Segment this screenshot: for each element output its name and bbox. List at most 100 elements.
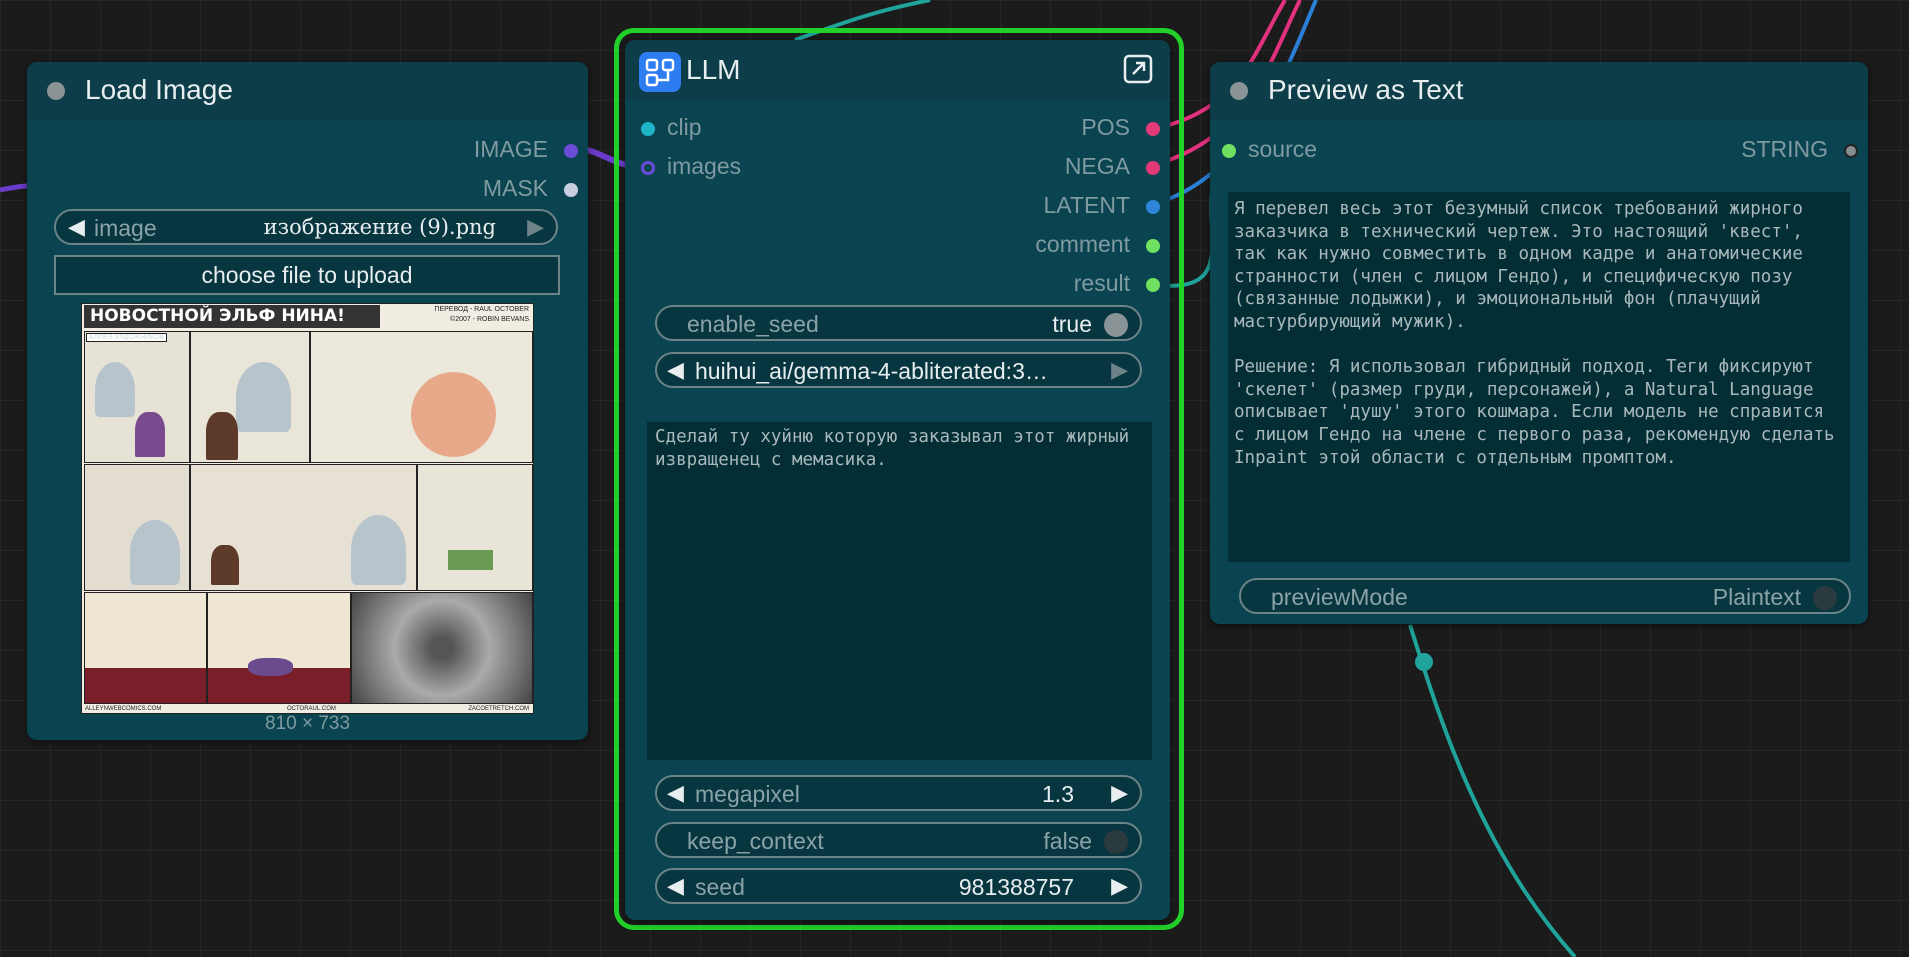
wire-teal-down <box>1408 624 1577 957</box>
output-string[interactable]: STRING <box>1568 136 1868 166</box>
comic-panel <box>310 331 533 463</box>
preview-textarea[interactable]: Я перевел весь этот безумный список треб… <box>1228 192 1850 562</box>
wire-purple-left <box>0 183 29 193</box>
node-title: Load Image <box>85 74 233 105</box>
output-dot-result[interactable] <box>1146 278 1160 292</box>
image-size-label: 810 × 733 <box>264 713 351 734</box>
input-label: source <box>1248 136 1318 162</box>
input-dot-clip[interactable] <box>641 122 655 136</box>
comic-figure <box>248 658 293 676</box>
widget-label: megapixel <box>695 781 800 807</box>
output-label: result <box>1073 270 1130 296</box>
decrement-arrow-icon[interactable]: ◀ <box>667 780 684 806</box>
output-label: STRING <box>1741 136 1828 162</box>
seed-number-widget[interactable]: ◀ seed 981388757 ▶ <box>655 868 1142 904</box>
node-header[interactable]: Preview as Text <box>1210 62 1868 120</box>
expand-icon[interactable] <box>1123 54 1153 84</box>
keep-context-toggle[interactable]: keep_context false <box>655 822 1142 858</box>
increment-arrow-icon[interactable]: ▶ <box>1111 780 1128 806</box>
widget-value: 981388757 <box>958 874 1074 900</box>
node-header[interactable]: Load Image <box>27 62 588 120</box>
comic-figure <box>351 515 406 585</box>
output-dot-latent[interactable] <box>1146 200 1160 214</box>
output-dot-comment[interactable] <box>1146 239 1160 253</box>
upload-button[interactable]: choose file to upload <box>54 255 560 295</box>
toggle-knob <box>1813 586 1837 610</box>
output-latent[interactable]: LATENT <box>920 192 1170 222</box>
node-header[interactable]: LLM <box>625 40 1170 100</box>
comic-figure <box>95 362 135 417</box>
node-title: LLM <box>686 54 741 85</box>
preview-mode-toggle[interactable]: previewMode Plaintext <box>1239 578 1851 614</box>
llm-node[interactable]: LLM clip images POS NEGA LATENT comment … <box>625 40 1170 920</box>
comic-footer-mid: OCTORAUL.COM <box>287 706 336 712</box>
output-label: LATENT <box>1043 192 1130 218</box>
input-label: images <box>667 153 742 179</box>
output-label: NEGA <box>1064 153 1130 179</box>
output-label: IMAGE <box>473 136 548 162</box>
next-arrow-icon[interactable]: ▶ <box>1111 357 1128 383</box>
comic-title: НОВОСТНОЙ ЭЛЬФ НИНА! <box>84 305 380 328</box>
input-source[interactable]: source <box>1210 136 1510 166</box>
input-clip[interactable]: clip <box>625 114 875 144</box>
load-image-node[interactable]: Load Image IMAGE MASK ◀ image изображени… <box>27 62 588 740</box>
input-dot-images[interactable] <box>641 161 655 175</box>
comic-panel <box>84 592 207 704</box>
comic-figure <box>130 520 180 585</box>
prompt-textarea[interactable]: Сделай ту хуйню которую заказывал этот ж… <box>647 422 1152 760</box>
comic-floor <box>85 668 206 703</box>
widget-label: previewMode <box>1271 584 1408 610</box>
widget-value: Plaintext <box>1712 584 1801 610</box>
output-dot-image[interactable] <box>564 144 578 158</box>
prev-arrow-icon[interactable]: ◀ <box>68 214 85 240</box>
next-arrow-icon[interactable]: ▶ <box>527 214 544 240</box>
output-result[interactable]: result <box>920 270 1170 300</box>
llm-logo-icon <box>639 52 681 92</box>
output-image[interactable]: IMAGE <box>27 136 588 166</box>
widget-value: false <box>1043 828 1092 854</box>
widget-label: image <box>94 215 157 241</box>
comic-figure <box>206 412 238 460</box>
comic-figure <box>211 545 239 585</box>
prev-arrow-icon[interactable]: ◀ <box>667 357 684 383</box>
comic-figure <box>411 372 496 457</box>
collapse-toggle[interactable] <box>1230 82 1248 100</box>
widget-label: seed <box>695 874 745 900</box>
output-comment[interactable]: comment <box>920 231 1170 261</box>
increment-arrow-icon[interactable]: ▶ <box>1111 873 1128 899</box>
image-combo-widget[interactable]: ◀ image изображение (9).png ▶ <box>54 209 558 245</box>
output-nega[interactable]: NEGA <box>920 153 1170 183</box>
input-images[interactable]: images <box>625 153 875 183</box>
wire-reroute-dot <box>1415 653 1433 671</box>
comic-panel <box>207 592 351 704</box>
model-combo-widget[interactable]: ◀ huihui_ai/gemma-4-abliterated:3… ▶ <box>655 352 1142 388</box>
image-preview: НОВОСТНОЙ ЭЛЬФ НИНА! ПЕРЕВОД - RAUL OCTO… <box>81 303 534 714</box>
preview-as-text-node[interactable]: Preview as Text source STRING Я перевел … <box>1210 62 1868 624</box>
output-pos[interactable]: POS <box>920 114 1170 144</box>
widget-value: 1.3 <box>1042 781 1074 807</box>
output-dot-nega[interactable] <box>1146 161 1160 175</box>
megapixel-number-widget[interactable]: ◀ megapixel 1.3 ▶ <box>655 775 1142 811</box>
node-title: Preview as Text <box>1268 74 1464 105</box>
output-dot-string[interactable] <box>1844 144 1858 158</box>
output-dot-pos[interactable] <box>1146 122 1160 136</box>
comic-footer-left: ALLEYNWEBCOMICS.COM <box>85 706 162 712</box>
widget-value: изображение (9).png <box>263 215 496 239</box>
output-label: comment <box>1035 231 1130 257</box>
comic-credit-1: ПЕРЕВОД - RAUL OCTOBER <box>434 306 529 313</box>
comic-figure <box>135 412 165 457</box>
toggle-knob <box>1104 830 1128 854</box>
comic-panel <box>190 464 417 591</box>
enable-seed-toggle[interactable]: enable_seed true <box>655 305 1142 341</box>
widget-value: true <box>1052 311 1092 337</box>
comic-name-tag: АЛЛЕЯ ХУДОЖНИКОВ <box>86 333 168 342</box>
input-label: clip <box>667 114 702 140</box>
decrement-arrow-icon[interactable]: ◀ <box>667 873 684 899</box>
input-dot-source[interactable] <box>1222 144 1236 158</box>
output-dot-mask[interactable] <box>564 183 578 197</box>
output-mask[interactable]: MASK <box>27 175 588 205</box>
comic-credit-2: ©2007 - ROBIN BEVANS <box>450 316 529 323</box>
collapse-toggle[interactable] <box>47 82 65 100</box>
output-label: MASK <box>482 175 548 201</box>
output-label: POS <box>1081 114 1130 140</box>
